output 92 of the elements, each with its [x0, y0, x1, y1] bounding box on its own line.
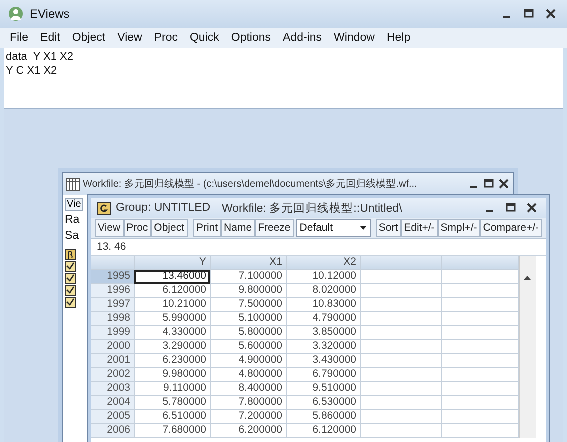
column-header[interactable]: Y: [134, 256, 210, 270]
menu-item[interactable]: Help: [380, 32, 417, 44]
menu-item[interactable]: Object: [66, 32, 112, 44]
table-cell[interactable]: 5.780000: [134, 396, 210, 410]
close-icon[interactable]: [498, 177, 510, 191]
menu-item[interactable]: Quick: [184, 32, 226, 44]
table-cell[interactable]: 4.790000: [286, 312, 360, 326]
menu-item[interactable]: Options: [225, 32, 278, 44]
toolbar-button[interactable]: Proc: [124, 219, 152, 237]
row-header[interactable]: 2001: [91, 354, 134, 368]
window-title: Group: UNTITLED: [116, 202, 211, 214]
table-cell[interactable]: 3.320000: [286, 340, 360, 354]
toolbar-button[interactable]: Smpl+/-: [438, 219, 480, 237]
table-cell[interactable]: 7.500000: [210, 298, 286, 312]
table-cell[interactable]: 3.290000: [134, 340, 210, 354]
toolbar-button[interactable]: Freeze: [255, 219, 294, 237]
table-cell[interactable]: 3.430000: [286, 354, 360, 368]
menu-item[interactable]: Proc: [148, 32, 184, 44]
table-cell[interactable]: 4.900000: [210, 354, 286, 368]
workfile-icon: [66, 178, 80, 190]
scroll-up-icon[interactable]: [524, 276, 531, 280]
info-label: Ra: [65, 214, 80, 227]
table-cell[interactable]: 10.12000: [286, 270, 360, 284]
toolbar-button[interactable]: Compare+/-: [480, 219, 542, 237]
window-title: Workfile: 多元回归线模型 - (c:\users\demel\documents\多元回归线模型.wf...: [83, 178, 418, 191]
table-cell[interactable]: 6.120000: [286, 424, 360, 438]
row-header[interactable]: 2000: [91, 340, 134, 354]
menu-item[interactable]: Edit: [34, 32, 66, 44]
row-header[interactable]: 2005: [91, 410, 134, 424]
table-cell[interactable]: 10.83000: [286, 298, 360, 312]
table-cell[interactable]: 5.600000: [210, 340, 286, 354]
row-header[interactable]: 1999: [91, 326, 134, 340]
table-cell[interactable]: 7.680000: [134, 424, 210, 438]
table-cell[interactable]: 6.790000: [286, 368, 360, 382]
table-cell[interactable]: 10.21000: [134, 298, 210, 312]
column-header[interactable]: X2: [286, 256, 360, 270]
menu-item[interactable]: Add-ins: [277, 32, 328, 44]
table-cell[interactable]: 7.800000: [210, 396, 286, 410]
caret-icon: [360, 226, 367, 230]
row-header[interactable]: 1998: [91, 312, 134, 326]
table-cell[interactable]: 6.510000: [134, 410, 210, 424]
series-icon: [65, 273, 76, 284]
workfile-label: Workfile: 多元回归线模型::Untitled\: [220, 202, 404, 216]
menu-item[interactable]: View: [112, 32, 148, 44]
row-header[interactable]: 1995: [91, 270, 134, 284]
menu-item[interactable]: Window: [328, 32, 381, 44]
row-header[interactable]: 2006: [91, 424, 134, 438]
row-header[interactable]: 1997: [91, 298, 134, 312]
toolbar-button[interactable]: Edit+/-: [401, 219, 438, 237]
info-label: Sa: [65, 230, 80, 243]
toolbar-button[interactable]: Sort: [376, 219, 402, 237]
table-cell[interactable]: 7.100000: [210, 270, 286, 284]
table-cell[interactable]: 9.800000: [210, 284, 286, 298]
command-window[interactable]: data Y X1 X2 Y C X1 X2: [4, 48, 563, 108]
table-cell[interactable]: 9.110000: [134, 382, 210, 396]
toolbar-button[interactable]: Object: [151, 219, 188, 237]
column-header[interactable]: X1: [210, 256, 286, 270]
series-icon: [65, 297, 76, 308]
series-icon: [65, 285, 76, 296]
table-cell[interactable]: 5.100000: [210, 312, 286, 326]
table-cell[interactable]: 6.230000: [134, 354, 210, 368]
table-cell[interactable]: 6.200000: [210, 424, 286, 438]
table-cell[interactable]: 8.400000: [210, 382, 286, 396]
table-cell[interactable]: 6.530000: [286, 396, 360, 410]
app-logo-icon: [8, 6, 24, 22]
toolbar-button[interactable]: Name: [221, 219, 256, 237]
table-cell[interactable]: 9.510000: [286, 382, 360, 396]
table-cell[interactable]: 5.860000: [286, 410, 360, 424]
series-icon: [65, 261, 76, 272]
table-cell[interactable]: 13.46000: [134, 270, 210, 284]
table-cell[interactable]: 5.800000: [210, 326, 286, 340]
window-title: EViews: [30, 7, 71, 21]
group-icon: [97, 202, 111, 214]
row-header[interactable]: 2004: [91, 396, 134, 410]
table-cell[interactable]: 9.980000: [134, 368, 210, 382]
table-cell[interactable]: 8.020000: [286, 284, 360, 298]
table-cell[interactable]: 3.850000: [286, 326, 360, 340]
coefficient-icon: [65, 249, 76, 260]
view-dropdown[interactable]: Default: [296, 219, 371, 237]
row-header[interactable]: 1996: [91, 284, 134, 298]
row-header[interactable]: 2002: [91, 368, 134, 382]
table-cell[interactable]: 4.800000: [210, 368, 286, 382]
menu-item[interactable]: File: [4, 32, 35, 44]
toolbar-button[interactable]: Print: [193, 219, 222, 237]
maximize-icon[interactable]: [483, 177, 495, 191]
toolbar-button[interactable]: Vie: [65, 198, 84, 211]
table-cell[interactable]: 4.330000: [134, 326, 210, 340]
table-cell[interactable]: 6.120000: [134, 284, 210, 298]
toolbar-button[interactable]: View: [95, 219, 124, 237]
row-header[interactable]: 2003: [91, 382, 134, 396]
table-cell[interactable]: 7.200000: [210, 410, 286, 424]
table-cell[interactable]: 5.990000: [134, 312, 210, 326]
